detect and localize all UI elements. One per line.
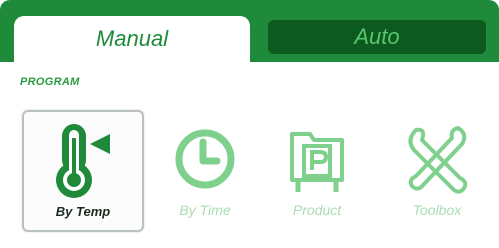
program-by-time-button[interactable]: By Time — [146, 110, 264, 228]
program-toolbox-label: Toolbox — [412, 202, 462, 218]
program-by-temp-button[interactable]: By Temp — [22, 110, 144, 232]
clock-icon — [170, 120, 240, 198]
tab-manual[interactable]: Manual — [14, 16, 250, 62]
tab-auto[interactable]: Auto — [268, 20, 486, 54]
program-product-label: Product — [292, 202, 342, 218]
program-toolbox-button[interactable]: Toolbox — [378, 110, 496, 228]
thermometer-icon — [48, 122, 118, 200]
tab-manual-label: Manual — [95, 26, 169, 51]
program-by-temp-label: By Temp — [55, 204, 111, 219]
section-title: PROGRAM — [20, 76, 80, 88]
tab-bar: Manual Auto — [0, 0, 499, 62]
program-product-button[interactable]: Product — [258, 110, 376, 228]
product-folder-icon — [282, 120, 352, 198]
program-panel: PROGRAM By Temp By Time Product Toolbox — [0, 62, 499, 248]
program-by-time-label: By Time — [179, 202, 231, 218]
tab-auto-label: Auto — [354, 24, 400, 49]
toolbox-icon — [402, 120, 472, 198]
